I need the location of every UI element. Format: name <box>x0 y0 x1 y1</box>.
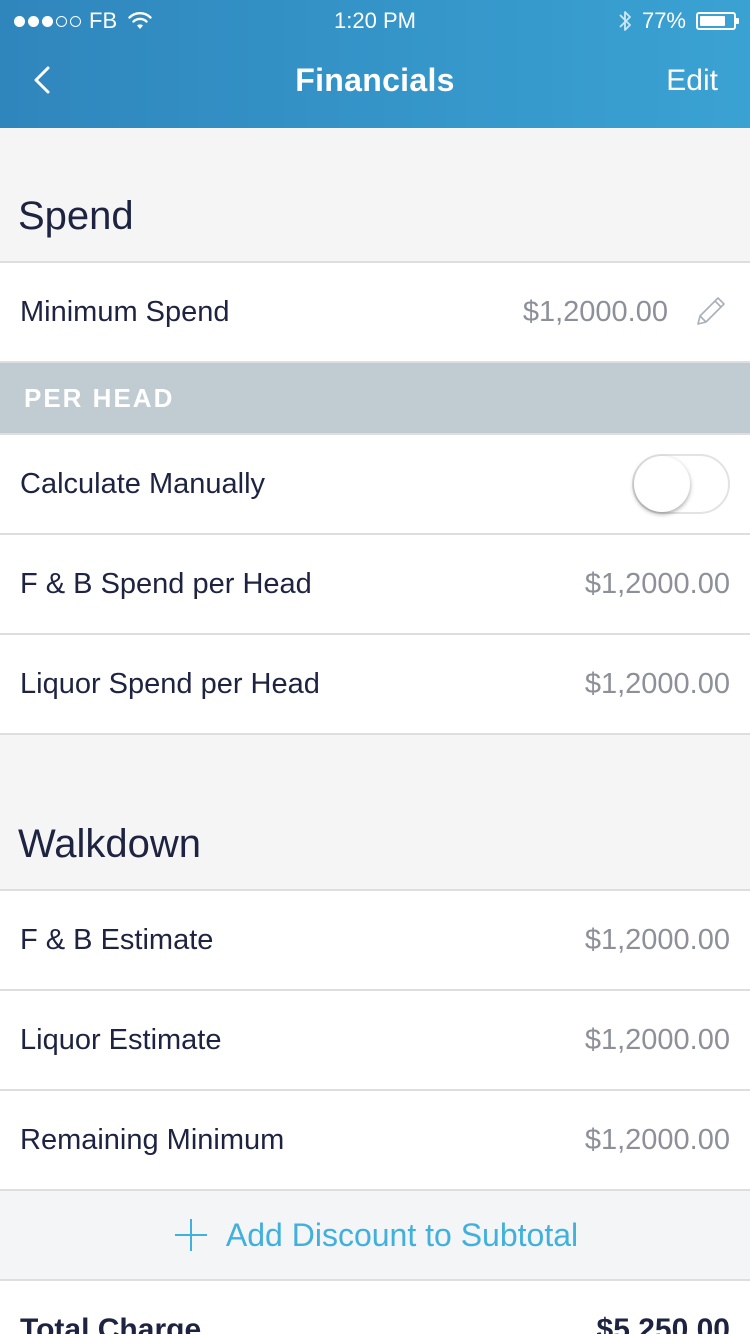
remaining-minimum-value: $1,2000.00 <box>584 1123 730 1156</box>
spend-section-title: Spend <box>18 194 134 238</box>
plus-icon <box>174 1219 207 1251</box>
walkdown-section-header: Walkdown <box>0 735 750 891</box>
total-charge-row: Total Charge $5,250.00 <box>0 1281 750 1334</box>
liquor-estimate-row[interactable]: Liquor Estimate $1,2000.00 <box>0 991 750 1091</box>
fb-spend-per-head-row[interactable]: F & B Spend per Head $1,2000.00 <box>0 535 750 635</box>
status-bar: FB 1:20 PM 77% <box>0 0 750 40</box>
navigation-header: FB 1:20 PM 77% Financials Edit <box>0 0 750 128</box>
liquor-estimate-label: Liquor Estimate <box>20 1023 222 1056</box>
add-discount-label: Add Discount to Subtotal <box>225 1216 579 1253</box>
financials-content: Spend Minimum Spend $1,2000.00 PER HEAD … <box>0 128 750 1334</box>
liquor-spend-per-head-label: Liquor Spend per Head <box>20 667 320 700</box>
minimum-spend-value: $1,2000.00 <box>522 295 668 328</box>
fb-estimate-row[interactable]: F & B Estimate $1,2000.00 <box>0 891 750 991</box>
fb-spend-per-head-value: $1,2000.00 <box>584 567 730 600</box>
per-head-subheader: PER HEAD <box>0 363 750 435</box>
battery-icon <box>696 12 739 30</box>
page-title: Financials <box>295 62 455 98</box>
fb-spend-per-head-label: F & B Spend per Head <box>20 567 312 600</box>
walkdown-section-title: Walkdown <box>18 822 202 866</box>
remaining-minimum-row[interactable]: Remaining Minimum $1,2000.00 <box>0 1091 750 1191</box>
minimum-spend-label: Minimum Spend <box>20 295 230 328</box>
add-discount-button[interactable]: Add Discount to Subtotal <box>0 1191 750 1281</box>
total-charge-label: Total Charge <box>20 1313 202 1334</box>
battery-percent: 77% <box>641 8 686 33</box>
toggle-knob <box>634 456 690 512</box>
pencil-icon[interactable] <box>690 292 730 332</box>
liquor-estimate-value: $1,2000.00 <box>584 1023 730 1056</box>
remaining-minimum-label: Remaining Minimum <box>20 1123 285 1156</box>
liquor-spend-per-head-row[interactable]: Liquor Spend per Head $1,2000.00 <box>0 635 750 735</box>
fb-estimate-value: $1,2000.00 <box>584 923 730 956</box>
minimum-spend-row[interactable]: Minimum Spend $1,2000.00 <box>0 263 750 363</box>
edit-button[interactable]: Edit <box>666 64 718 98</box>
status-right: 77% <box>618 8 739 34</box>
spend-section-header: Spend <box>0 128 750 263</box>
liquor-spend-per-head-value: $1,2000.00 <box>584 667 730 700</box>
calculate-manually-row: Calculate Manually <box>0 435 750 535</box>
calculate-manually-label: Calculate Manually <box>20 467 266 500</box>
bluetooth-icon <box>619 11 631 31</box>
fb-estimate-label: F & B Estimate <box>20 923 214 956</box>
calculate-manually-toggle[interactable] <box>632 454 730 514</box>
total-charge-value: $5,250.00 <box>596 1313 730 1334</box>
